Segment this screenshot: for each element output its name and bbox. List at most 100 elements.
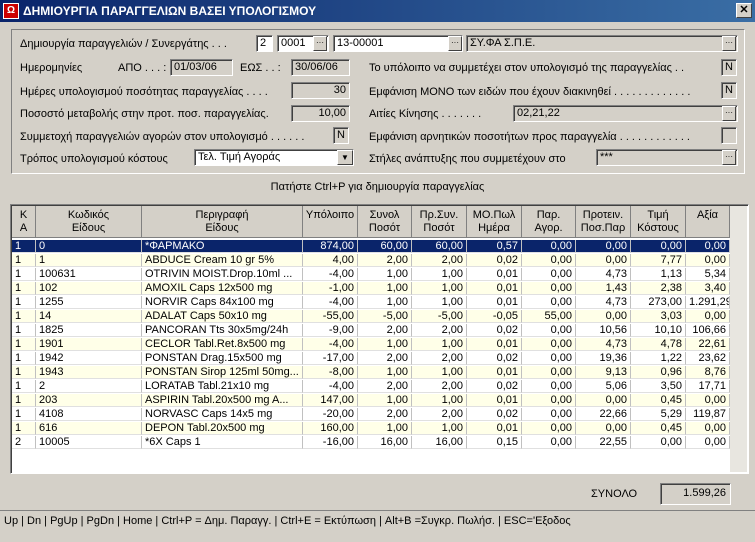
column-header-purchase-orders[interactable]: Παρ. Αγορ. — [522, 206, 576, 238]
cell-description: PANCORAN Tts 30x5mg/24h — [142, 324, 303, 337]
cell-pr-total-qty: 2,00 — [412, 352, 467, 365]
cell-ka: 1 — [12, 240, 36, 253]
cell-balance: -16,00 — [303, 436, 358, 449]
cell-suggested-qty: 0,00 — [576, 422, 631, 435]
table-row[interactable]: 1 1 ABDUCE Cream 10 gr 5% 4,00 2,00 2,00 0,02 0… — [12, 254, 730, 267]
column-header-ka[interactable]: ΚΑ — [12, 206, 36, 238]
table-row[interactable]: 1 102 AMOXIL Caps 12x500 mg -1,00 1,00 1,00 0,… — [12, 282, 730, 295]
cell-avg-daily-sales: 0,01 — [467, 366, 522, 379]
column-header-description[interactable]: Περιγραφή Είδους — [142, 206, 303, 238]
cell-description: PONSTAN Sirop 125ml 50mg... — [142, 366, 303, 379]
cell-total-qty: 60,00 — [358, 240, 412, 253]
table-row[interactable]: 1 616 DEPON Tabl.20x500 mg 160,00 1,00 1,00 0,… — [12, 422, 730, 435]
cell-avg-daily-sales: 0,57 — [467, 240, 522, 253]
supplier-code3-field[interactable]: 13-00001 — [333, 35, 463, 52]
cell-purchase-orders: 0,00 — [522, 408, 576, 421]
column-header-code[interactable]: Κωδικός Είδους — [36, 206, 142, 238]
table-row[interactable]: 1 4108 NORVASC Caps 14x5 mg -20,00 2,00 2,00 0… — [12, 408, 730, 421]
cell-description: LORATAB Tabl.21x10 mg — [142, 380, 303, 393]
cell-purchase-orders: 0,00 — [522, 422, 576, 435]
cell-description: NORVIR Caps 84x100 mg — [142, 296, 303, 309]
table-row[interactable]: 1 203 ASPIRIN Tabl.20x500 mg A... 147,00 1,0… — [12, 394, 730, 407]
remainder-field[interactable]: N — [721, 59, 737, 76]
vertical-scrollbar[interactable] — [730, 206, 747, 472]
column-header-avg-daily-sales[interactable]: ΜΟ.Πωλ Ημέρα — [467, 206, 522, 238]
table-row[interactable]: 1 1901 CECLOR Tabl.Ret.8x500 mg -4,00 1,00 1,… — [12, 338, 730, 351]
cell-value: 0,00 — [686, 254, 730, 267]
cell-unit-cost: 2,38 — [631, 282, 686, 295]
negative-label: Εμφάνιση αρνητικών ποσοτήτων προς παραγγ… — [369, 131, 690, 143]
columns-lookup-button[interactable]: ··· — [722, 150, 736, 165]
close-icon[interactable]: ✕ — [736, 3, 752, 18]
column-header-value[interactable]: Αξία — [686, 206, 730, 238]
table-row[interactable]: 2 10005 *6X Caps 1 -16,00 16,00 16,00 0,15 0,00… — [12, 436, 730, 449]
table-row[interactable]: 1 1255 NORVIR Caps 84x100 mg -4,00 1,00 1,00 0… — [12, 296, 730, 309]
cell-total-qty: 2,00 — [358, 380, 412, 393]
cost-method-select[interactable]: Τελ. Τιμή Αγοράς — [194, 149, 354, 166]
column-header-total-qty[interactable]: Συνολ Ποσότ — [358, 206, 412, 238]
percent-field[interactable]: 10,00 — [291, 105, 350, 122]
cell-description: PONSTAN Drag.15x500 mg — [142, 352, 303, 365]
cell-balance: 147,00 — [303, 394, 358, 407]
cell-ka: 1 — [12, 296, 36, 309]
participation-field[interactable]: N — [333, 127, 349, 144]
chevron-down-icon[interactable]: ▼ — [337, 150, 353, 165]
causes-lookup-button[interactable]: ··· — [722, 106, 736, 121]
days-field[interactable]: 30 — [291, 82, 350, 99]
cell-pr-total-qty: 16,00 — [412, 436, 467, 449]
cell-code: 2 — [36, 380, 142, 393]
cost-method-label: Τρόπος υπολογισμού κόστους — [20, 153, 168, 165]
cell-code: 102 — [36, 282, 142, 295]
column-header-suggested-qty[interactable]: Προτειν. Ποσ.Παρ — [576, 206, 631, 238]
cell-description: ABDUCE Cream 10 gr 5% — [142, 254, 303, 267]
cell-value: 22,61 — [686, 338, 730, 351]
cell-description: NORVASC Caps 14x5 mg — [142, 408, 303, 421]
supplier-lookup-button[interactable]: ··· — [313, 36, 327, 51]
cell-value: 8,76 — [686, 366, 730, 379]
cell-suggested-qty: 0,00 — [576, 240, 631, 253]
cell-value: 0,00 — [686, 436, 730, 449]
hint-text: Πατήστε Ctrl+P για δημιουργία παραγγελία… — [270, 181, 485, 193]
table-row[interactable]: 1 1943 PONSTAN Sirop 125ml 50mg... -8,00 1,0… — [12, 366, 730, 379]
cell-balance: -20,00 — [303, 408, 358, 421]
negative-field[interactable] — [721, 127, 737, 144]
cell-purchase-orders: 0,00 — [522, 394, 576, 407]
column-header-balance[interactable]: Υπόλοιπο — [303, 206, 358, 238]
supplier-account-lookup-button[interactable]: ··· — [448, 36, 462, 51]
supplier-name-lookup-button[interactable]: ··· — [722, 36, 736, 51]
only-items-field[interactable]: N — [721, 82, 737, 99]
cell-total-qty: 1,00 — [358, 282, 412, 295]
cell-suggested-qty: 22,55 — [576, 436, 631, 449]
table-row[interactable]: 1 100631 OTRIVIN MOIST.Drop.10ml ... -4,00 1… — [12, 268, 730, 281]
cell-value: 23,62 — [686, 352, 730, 365]
table-row[interactable]: 1 1942 PONSTAN Drag.15x500 mg -17,00 2,00 2,0… — [12, 352, 730, 365]
cell-suggested-qty: 4,73 — [576, 338, 631, 351]
table-row[interactable]: 1 0 *ΦΑΡΜΑΚΟ 874,00 60,00 60,00 0,57 0,00 0,00 0,… — [12, 240, 730, 253]
cell-suggested-qty: 0,00 — [576, 310, 631, 323]
table-row[interactable]: 1 14 ADALAT Caps 50x10 mg -55,00 -5,00 -5,00-… — [12, 310, 730, 323]
cell-total-qty: 2,00 — [358, 352, 412, 365]
table-row[interactable]: 1 1825 PANCORAN Tts 30x5mg/24h -9,00 2,00 2,0… — [12, 324, 730, 337]
to-label: ΕΩΣ . . : — [240, 62, 281, 74]
cell-avg-daily-sales: 0,01 — [467, 296, 522, 309]
cell-balance: -17,00 — [303, 352, 358, 365]
supplier-code1-field[interactable]: 2 — [256, 35, 273, 52]
causes-field[interactable]: 02,21,22 — [513, 105, 738, 122]
orders-grid[interactable]: Κ Α Κωδικός Είδους Περιγραφή Είδους Υπόλοιπο Συ… — [10, 204, 749, 474]
cell-code: 14 — [36, 310, 142, 323]
cell-purchase-orders: 0,00 — [522, 324, 576, 337]
from-date-field[interactable]: 01/03/06 — [170, 59, 233, 76]
to-date-field[interactable]: 30/06/06 — [291, 59, 350, 76]
cell-suggested-qty: 0,00 — [576, 254, 631, 267]
table-row[interactable]: 1 2 LORATAB Tabl.21x10 mg -4,00 2,00 2,00 0,02… — [12, 380, 730, 393]
columns-field[interactable]: *** — [596, 149, 738, 166]
cell-unit-cost: 10,10 — [631, 324, 686, 337]
cell-avg-daily-sales: 0,01 — [467, 394, 522, 407]
column-header-unit-cost[interactable]: Τιμή Κόστους — [631, 206, 686, 238]
cell-description: ASPIRIN Tabl.20x500 mg A... — [142, 394, 303, 407]
cell-suggested-qty: 10,56 — [576, 324, 631, 337]
column-header-pr-total-qty[interactable]: Πρ.Συν. Ποσότ — [412, 206, 467, 238]
cell-code: 1901 — [36, 338, 142, 351]
cell-code: 10005 — [36, 436, 142, 449]
cell-value: 5,34 — [686, 268, 730, 281]
